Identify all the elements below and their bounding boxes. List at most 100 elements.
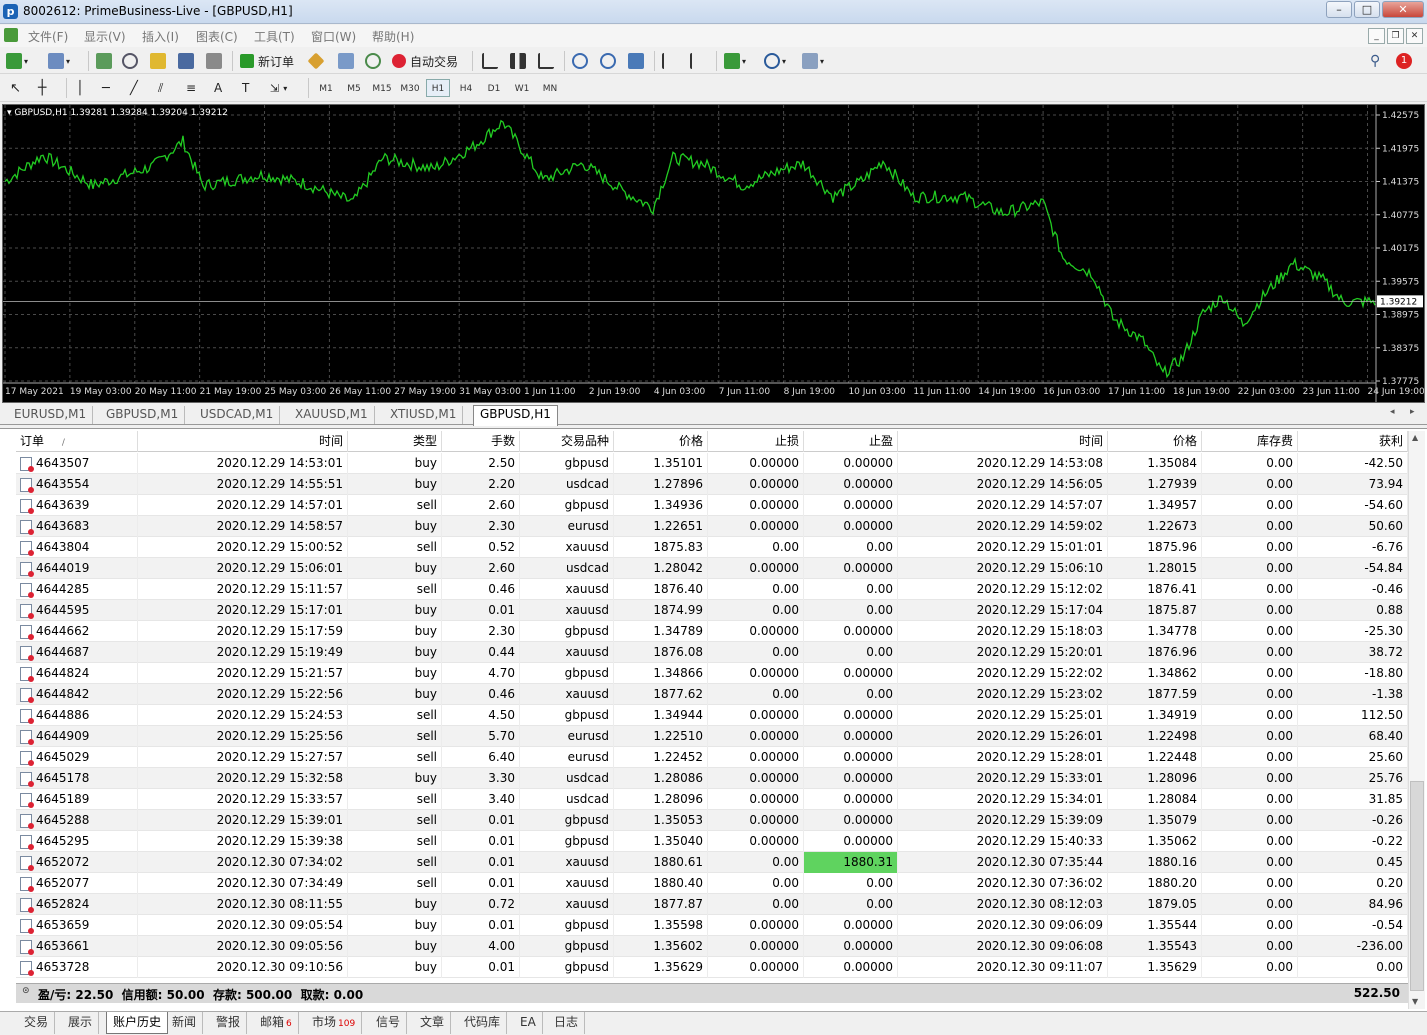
chart-tab-xtiusd-m1[interactable]: XTIUSD,M1 (384, 406, 464, 424)
col-swap[interactable]: 库存费 (1202, 431, 1298, 452)
timeframe-m15[interactable]: M15 (370, 79, 394, 97)
notification-badge[interactable]: 1 (1396, 53, 1412, 69)
price-chart-canvas[interactable]: 1.42575 1.41975 1.41375 1.40775 1.40175 1.395… (3, 105, 1425, 402)
col-close-time[interactable]: 时间 (898, 431, 1108, 452)
terminal-tab-9[interactable]: 代码库 (458, 1012, 508, 1034)
menu-help[interactable]: 帮助(H) (372, 28, 414, 45)
table-row[interactable]: 4644595 2020.12.29 15:17:01 buy 0.01 xauusd 1… (16, 600, 1408, 621)
terminal-tab-11[interactable]: 日志 (548, 1012, 586, 1034)
scroll-up-icon[interactable]: ▲ (1412, 433, 1418, 442)
terminal-tab-2[interactable]: 账户历史 (106, 1012, 169, 1034)
timeframe-d1[interactable]: D1 (482, 79, 506, 97)
periods-icon[interactable] (764, 53, 780, 69)
chart-tab-xauusd-m1[interactable]: XAUUSD,M1 (289, 406, 375, 424)
vps-icon[interactable] (365, 53, 381, 69)
table-row[interactable]: 4643554 2020.12.29 14:55:51 buy 2.20 usdcad 1… (16, 474, 1408, 495)
terminal-tab-8[interactable]: 文章 (414, 1012, 452, 1034)
zoom-out-icon[interactable] (600, 53, 616, 69)
table-row[interactable]: 4644824 2020.12.29 15:21:57 buy 4.70 gbpusd 1… (16, 663, 1408, 684)
terminal-tab-6[interactable]: 市场 109 (306, 1012, 363, 1034)
table-row[interactable]: 4644019 2020.12.29 15:06:01 buy 2.60 usdcad 1… (16, 558, 1408, 579)
table-row[interactable]: 4644687 2020.12.29 15:19:49 buy 0.44 xauusd 1… (16, 642, 1408, 663)
terminal-tab-3[interactable]: 新闻 (166, 1012, 204, 1034)
col-profit[interactable]: 获利 (1298, 431, 1408, 452)
menu-charts[interactable]: 图表(C) (196, 28, 238, 45)
tabs-scroll-right-icon[interactable]: ▸ (1410, 407, 1415, 417)
table-row[interactable]: 4643507 2020.12.29 14:53:01 buy 2.50 gbpusd 1… (16, 453, 1408, 474)
maximize-button[interactable]: □ (1354, 1, 1380, 18)
new-chart-icon[interactable] (6, 53, 22, 69)
timeframe-m30[interactable]: M30 (398, 79, 422, 97)
menu-file[interactable]: 文件(F) (28, 28, 68, 45)
data-window-icon[interactable] (122, 53, 138, 69)
terminal-tab-7[interactable]: 信号 (370, 1012, 408, 1034)
table-row[interactable]: 4644842 2020.12.29 15:22:56 buy 0.46 xauusd 1… (16, 684, 1408, 705)
indicators-icon[interactable] (724, 53, 740, 69)
bar-chart-icon[interactable] (482, 53, 498, 69)
terminal-tab-1[interactable]: 展示 (62, 1012, 100, 1034)
timeframe-mn[interactable]: MN (538, 79, 562, 97)
navigator-icon[interactable] (150, 53, 166, 69)
table-row[interactable]: 4652072 2020.12.30 07:34:02 sell 0.01 xauusd… (16, 852, 1408, 873)
tile-windows-icon[interactable] (628, 53, 644, 69)
table-row[interactable]: 4645178 2020.12.29 15:32:58 buy 3.30 usdcad 1… (16, 768, 1408, 789)
auto-scroll-icon[interactable] (662, 53, 678, 69)
terminal-icon[interactable] (178, 53, 194, 69)
col-type[interactable]: 类型 (348, 431, 442, 452)
chart-collapse-icon[interactable]: ▾ (7, 108, 12, 118)
profiles-icon[interactable] (48, 53, 64, 69)
text-label-icon[interactable]: T (242, 81, 249, 95)
col-open-price[interactable]: 价格 (614, 431, 708, 452)
table-row[interactable]: 4643639 2020.12.29 14:57:01 sell 2.60 gbpusd… (16, 495, 1408, 516)
chart-tab-eurusd-m1[interactable]: EURUSD,M1 (8, 406, 94, 424)
col-order[interactable]: 订单 / (16, 431, 138, 452)
timeframe-m1[interactable]: M1 (314, 79, 338, 97)
cursor-icon[interactable]: ↖ (10, 81, 21, 96)
col-take-profit[interactable]: 止盈 (804, 431, 898, 452)
table-row[interactable]: 4645295 2020.12.29 15:39:38 sell 0.01 gbpusd… (16, 831, 1408, 852)
col-volume[interactable]: 手数 (442, 431, 520, 452)
table-row[interactable]: 4645189 2020.12.29 15:33:57 sell 3.40 usdcad… (16, 789, 1408, 810)
chart-tab-gbpusd-h1[interactable]: GBPUSD,H1 (473, 405, 558, 426)
search-icon[interactable]: ⚲ (1370, 53, 1380, 69)
timeframe-h1[interactable]: H1 (426, 79, 450, 97)
line-chart-icon[interactable] (538, 53, 554, 69)
tabs-scroll-left-icon[interactable]: ◂ (1390, 407, 1395, 417)
table-row[interactable]: 4644909 2020.12.29 15:25:56 sell 5.70 eurusd… (16, 726, 1408, 747)
vertical-line-icon[interactable]: │ (76, 81, 84, 96)
table-row[interactable]: 4645288 2020.12.29 15:39:01 sell 0.01 gbpusd… (16, 810, 1408, 831)
chart-tab-usdcad-m1[interactable]: USDCAD,M1 (194, 406, 281, 424)
table-row[interactable]: 4652824 2020.12.30 08:11:55 buy 0.72 xauusd 1… (16, 894, 1408, 915)
table-row[interactable]: 4653659 2020.12.30 09:05:54 buy 0.01 gbpusd 1… (16, 915, 1408, 936)
templates-icon[interactable] (802, 53, 818, 69)
table-row[interactable]: 4644285 2020.12.29 15:11:57 sell 0.46 xauusd… (16, 579, 1408, 600)
metaeditor-icon[interactable] (307, 52, 325, 70)
crosshair-icon[interactable]: ┼ (38, 80, 46, 96)
trendline-icon[interactable]: ╱ (130, 81, 138, 96)
table-scrollbar[interactable]: ▲ ▼ (1408, 431, 1425, 1009)
new-order-button[interactable]: 新订单 (240, 52, 294, 70)
zoom-in-icon[interactable] (572, 53, 588, 69)
candlestick-icon[interactable] (510, 53, 526, 69)
col-close-price[interactable]: 价格 (1108, 431, 1202, 452)
col-open-time[interactable]: 时间 (138, 431, 348, 452)
menu-view[interactable]: 显示(V) (84, 28, 126, 45)
chart-shift-icon[interactable] (690, 53, 706, 69)
terminal-tab-4[interactable]: 警报 (210, 1012, 248, 1034)
equidistant-channel-icon[interactable]: ⫽ (158, 81, 163, 96)
table-row[interactable]: 4643683 2020.12.29 14:58:57 buy 2.30 eurusd 1… (16, 516, 1408, 537)
mdi-minimize-button[interactable]: _ (1368, 28, 1385, 44)
col-symbol[interactable]: 交易品种 (520, 431, 614, 452)
terminal-tab-5[interactable]: 邮箱 6 (254, 1012, 299, 1034)
menu-insert[interactable]: 插入(I) (142, 28, 179, 45)
timeframe-m5[interactable]: M5 (342, 79, 366, 97)
chart-tab-gbpusd-m1[interactable]: GBPUSD,M1 (100, 406, 186, 424)
terminal-tab-10[interactable]: EA (514, 1012, 543, 1034)
fibonacci-icon[interactable]: ≡ (186, 81, 196, 95)
table-row[interactable]: 4653661 2020.12.30 09:05:56 buy 4.00 gbpusd 1… (16, 936, 1408, 957)
timeframe-w1[interactable]: W1 (510, 79, 534, 97)
close-button[interactable]: ✕ (1382, 1, 1424, 18)
strategy-tester-icon[interactable] (206, 53, 222, 69)
menu-window[interactable]: 窗口(W) (311, 28, 356, 45)
market-watch-icon[interactable] (96, 53, 112, 69)
